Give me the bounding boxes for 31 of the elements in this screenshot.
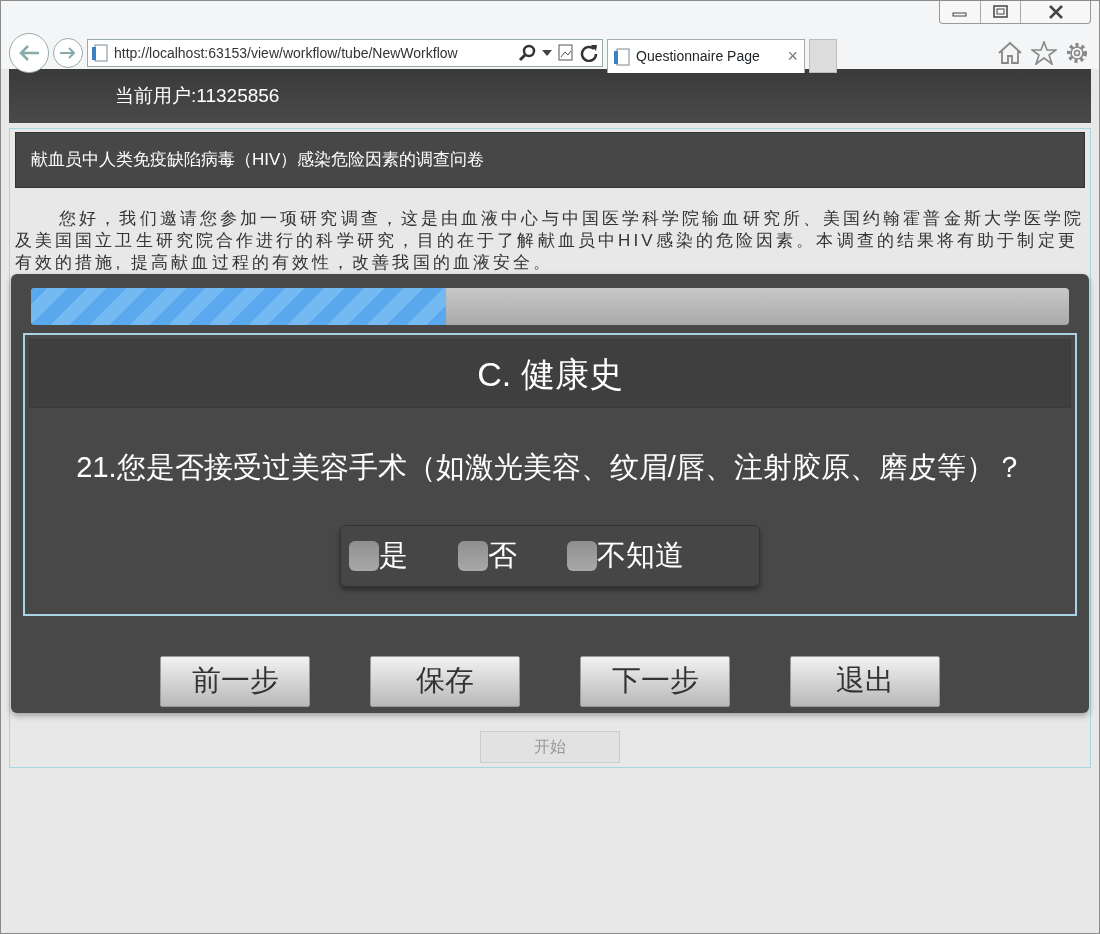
next-button[interactable]: 下一步 (580, 655, 730, 707)
exit-button[interactable]: 退出 (790, 655, 940, 707)
caret-icon[interactable] (542, 50, 552, 56)
current-user-label: 当前用户:11325856 (115, 83, 280, 108)
intro-paragraph: 您好，我们邀请您参加一项研究调查，这是由血液中心与中国医学科学院输血研究所、美国约翰霍普金斯大学医学院及美国国立卫生研究院合作进行的科学研究，目的在于了解献血员中HIV感染的危险因素。本调查的结果将有助于制定更有效的措施, 提高献血过程的有效性，改善我国的血液安全。 (15, 207, 1085, 274)
star-icon[interactable] (1031, 41, 1057, 65)
compatibility-icon[interactable] (558, 44, 574, 62)
search-icon[interactable] (518, 44, 536, 62)
back-button[interactable] (9, 33, 49, 73)
option-checkbox[interactable]: 是 (349, 534, 408, 578)
question-text: 21.您是否接受过美容手术（如激光美容、纹眉/唇、注射胶原、磨皮等）？ (75, 449, 1025, 485)
option-checkbox[interactable]: 否 (458, 534, 517, 578)
forward-button[interactable] (53, 38, 83, 68)
section-title: C. 健康史 (477, 354, 623, 393)
tab-title: Questionnaire Page (636, 47, 760, 66)
maximize-icon (992, 5, 1009, 19)
save-button[interactable]: 保存 (370, 655, 520, 707)
page-icon (614, 47, 630, 66)
previous-button[interactable]: 前一步 (160, 655, 310, 707)
browser-tab[interactable]: Questionnaire Page × (607, 39, 805, 73)
back-arrow-icon (17, 43, 41, 63)
address-bar[interactable]: http://localhost:63153/view/workflow/tube/NewWorkflow (87, 39, 603, 67)
home-icon[interactable] (997, 41, 1023, 65)
survey-title: 献血员中人类免疫缺陷病毒（HIV）感染危险因素的调查问卷 (31, 150, 485, 169)
tab-close-button[interactable]: × (787, 43, 798, 70)
refresh-icon[interactable] (580, 44, 598, 62)
page-icon (92, 44, 108, 62)
forward-arrow-icon (59, 46, 77, 60)
option-checkbox[interactable]: 不知道 (567, 534, 684, 578)
close-icon (1047, 5, 1064, 19)
settings-icon[interactable] (1065, 41, 1089, 65)
